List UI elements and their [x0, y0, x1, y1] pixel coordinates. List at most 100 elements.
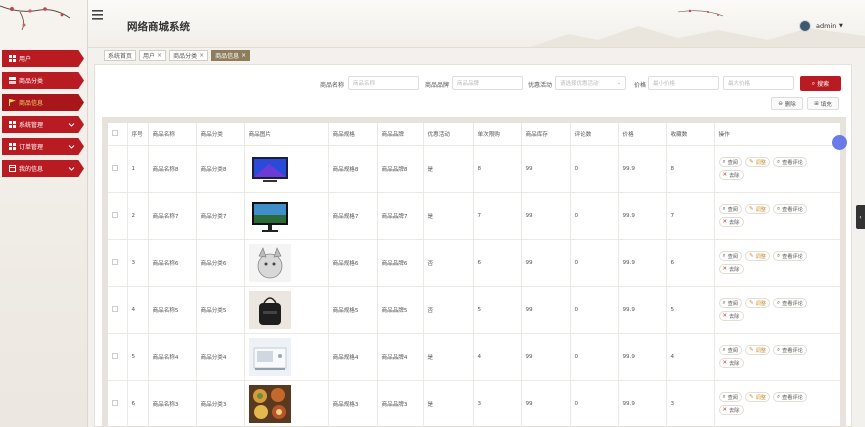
tab-0[interactable]: 系统首页	[104, 50, 137, 61]
user-avatar[interactable]	[799, 20, 811, 32]
view-reviews-button[interactable]: ⌕ 查看评论	[772, 298, 807, 308]
column-header[interactable]: 收藏数	[666, 123, 715, 146]
cell-limit: 5	[473, 286, 522, 334]
cell-name: 商品名称7	[148, 192, 197, 240]
tab-2[interactable]: 商品分类 ×	[169, 50, 209, 61]
floating-assistant-button[interactable]	[832, 135, 847, 150]
close-icon[interactable]: ×	[241, 52, 246, 59]
delete-label: 去除	[729, 172, 740, 179]
view-reviews-button[interactable]: ⌕ 查看评论	[772, 157, 807, 167]
sidebar-item-1[interactable]: 商品分类	[2, 72, 84, 89]
view-button[interactable]: ⌕ 查阅	[718, 392, 742, 402]
sidebar-item-4[interactable]: 订单管理	[2, 138, 84, 155]
view-button[interactable]: ⌕ 查阅	[718, 345, 742, 355]
view-button[interactable]: ⌕ 查阅	[718, 251, 742, 261]
column-header[interactable]: 商品库存	[521, 123, 571, 146]
search-button[interactable]: ⌕ 搜索	[800, 76, 841, 91]
sidebar-item-0[interactable]: 用户	[2, 50, 84, 67]
view-reviews-button[interactable]: ⌕ 查看评论	[772, 345, 807, 355]
close-icon[interactable]: ×	[199, 52, 204, 59]
sidebar-item-3[interactable]: 系统管理	[2, 116, 84, 133]
delete-row-button[interactable]: ✕ 去除	[718, 264, 744, 274]
tab-1[interactable]: 用户 ×	[139, 50, 167, 61]
column-header[interactable]: 操作	[714, 123, 840, 146]
row-checkbox[interactable]	[112, 164, 118, 171]
product-name-label: 商品名称	[320, 82, 345, 89]
table-row[interactable]: 4 商品名称5 商品分类5 商品规格5 商品品牌5 否 5 99 0 99.9 5 ⌕ 查阅 ✎ 调整 ⌕ 查看…	[108, 286, 840, 334]
row-checkbox[interactable]	[112, 352, 118, 359]
table-row[interactable]: 2 商品名称7 商品分类7 商品规格7 商品品牌7 是 7 99 0 99.9 7 ⌕ 查阅 ✎ 调整 ⌕ 查看…	[108, 192, 840, 240]
row-checkbox[interactable]	[112, 399, 118, 406]
row-checkbox[interactable]	[112, 258, 118, 265]
cell-comments: 0	[570, 380, 619, 427]
table-row[interactable]: 1 商品名称8 商品分类8 商品规格8 商品品牌8 是 8 99 0 99.9 8 ⌕ 查阅 ✎ 调整 ⌕ 查看…	[108, 145, 840, 193]
user-menu-caret-icon[interactable]: ▼	[839, 23, 843, 29]
delete-label: 去除	[729, 219, 740, 226]
edit-button[interactable]: ✎ 调整	[744, 392, 770, 402]
edit-button[interactable]: ✎ 调整	[744, 157, 770, 167]
delete-row-button[interactable]: ✕ 去除	[718, 217, 744, 227]
view-label: 查阅	[727, 394, 738, 401]
view-button[interactable]: ⌕ 查阅	[718, 157, 742, 167]
hamburger-menu-icon[interactable]	[92, 10, 103, 20]
promotion-select[interactable]: 请选择优惠活动 ⌄	[555, 76, 626, 90]
row-checkbox[interactable]	[112, 305, 118, 312]
edit-button[interactable]: ✎ 调整	[744, 298, 770, 308]
collapse-handle[interactable]: ‹	[856, 205, 865, 229]
cell-stock: 99	[521, 286, 571, 334]
search-icon: ⌕	[722, 205, 726, 212]
edit-button[interactable]: ✎ 调整	[744, 251, 770, 261]
add-button[interactable]: ⊞ 填充	[807, 97, 839, 110]
view-button[interactable]: ⌕ 查阅	[718, 204, 742, 214]
delete-row-button[interactable]: ✕ 去除	[718, 358, 744, 368]
row-checkbox[interactable]	[112, 211, 118, 218]
table-row[interactable]: 6 商品名称3 商品分类3 商品规格3 商品品牌3 是 3 99 0 99.9 3 ⌕ 查阅 ✎ 调整 ⌕ 查看…	[108, 380, 840, 427]
sidebar-item-label: 用户	[19, 56, 32, 63]
view-reviews-button[interactable]: ⌕ 查看评论	[772, 251, 807, 261]
column-header[interactable]: 价格	[618, 123, 667, 146]
sidebar-item-2[interactable]: 商品信息	[2, 94, 84, 111]
select-all-checkbox[interactable]	[112, 129, 118, 136]
tab-3[interactable]: 商品信息 ×	[211, 50, 251, 61]
chevron-down-icon: ⌄	[616, 80, 621, 86]
delete-row-button[interactable]: ✕ 去除	[718, 405, 744, 415]
search-icon: ⌕	[776, 393, 781, 400]
sidebar-item-5[interactable]: 我的信息	[2, 160, 84, 177]
column-header[interactable]: 商品品牌	[377, 123, 424, 146]
product-name-input[interactable]: 商品名称	[348, 76, 419, 90]
view-button[interactable]: ⌕ 查阅	[718, 298, 742, 308]
column-header[interactable]: 商品规格	[328, 123, 378, 146]
cell-brand: 商品品牌3	[377, 380, 424, 427]
column-header[interactable]: 商品分类	[196, 123, 245, 146]
price-min-input[interactable]: 最小价格	[648, 76, 719, 90]
row-select-cell	[108, 286, 128, 334]
edit-button[interactable]: ✎ 调整	[744, 345, 770, 355]
table-row[interactable]: 5 商品名称4 商品分类4 商品规格4 商品品牌4 是 4 99 0 99.9 4 ⌕ 查阅 ✎ 调整 ⌕ 查看…	[108, 333, 840, 381]
product-brand-input[interactable]: 商品品牌	[452, 76, 523, 90]
view-reviews-button[interactable]: ⌕ 查看评论	[772, 392, 807, 402]
close-icon[interactable]: ×	[157, 52, 162, 59]
delete-row-button[interactable]: ✕ 去除	[718, 170, 744, 180]
sidebar-item-label: 订单管理	[19, 144, 44, 151]
column-header[interactable]: 单次限购	[473, 123, 522, 146]
search-button-label: 搜索	[817, 81, 830, 88]
column-header[interactable]: 序号	[127, 123, 149, 146]
table-row[interactable]: 3 商品名称6 商品分类6 商品规格6 商品品牌6 否 6 99 0 99.9 6 ⌕ 查阅 ✎ 调整 ⌕ 查看…	[108, 239, 840, 287]
edit-icon: ✎	[748, 300, 754, 306]
edit-label: 调整	[755, 159, 766, 166]
view-reviews-button[interactable]: ⌕ 查看评论	[772, 204, 807, 214]
product-image-cell	[244, 192, 329, 240]
user-name[interactable]: admin	[816, 22, 836, 30]
column-header[interactable]: 商品名称	[148, 123, 197, 146]
search-icon: ⌕	[722, 393, 726, 400]
column-header[interactable]: 评论数	[570, 123, 619, 146]
column-header[interactable]: 优惠活动	[423, 123, 474, 146]
delete-button[interactable]: ⊖ 删除	[771, 97, 803, 110]
cell-brand: 商品品牌7	[377, 192, 424, 240]
cell-brand: 商品品牌8	[377, 145, 424, 193]
column-header[interactable]: 商品图片	[244, 123, 329, 146]
price-max-input[interactable]: 最大价格	[723, 76, 794, 90]
delete-row-button[interactable]: ✕ 去除	[718, 311, 744, 321]
product-image-cell	[244, 286, 329, 334]
edit-button[interactable]: ✎ 调整	[744, 204, 770, 214]
